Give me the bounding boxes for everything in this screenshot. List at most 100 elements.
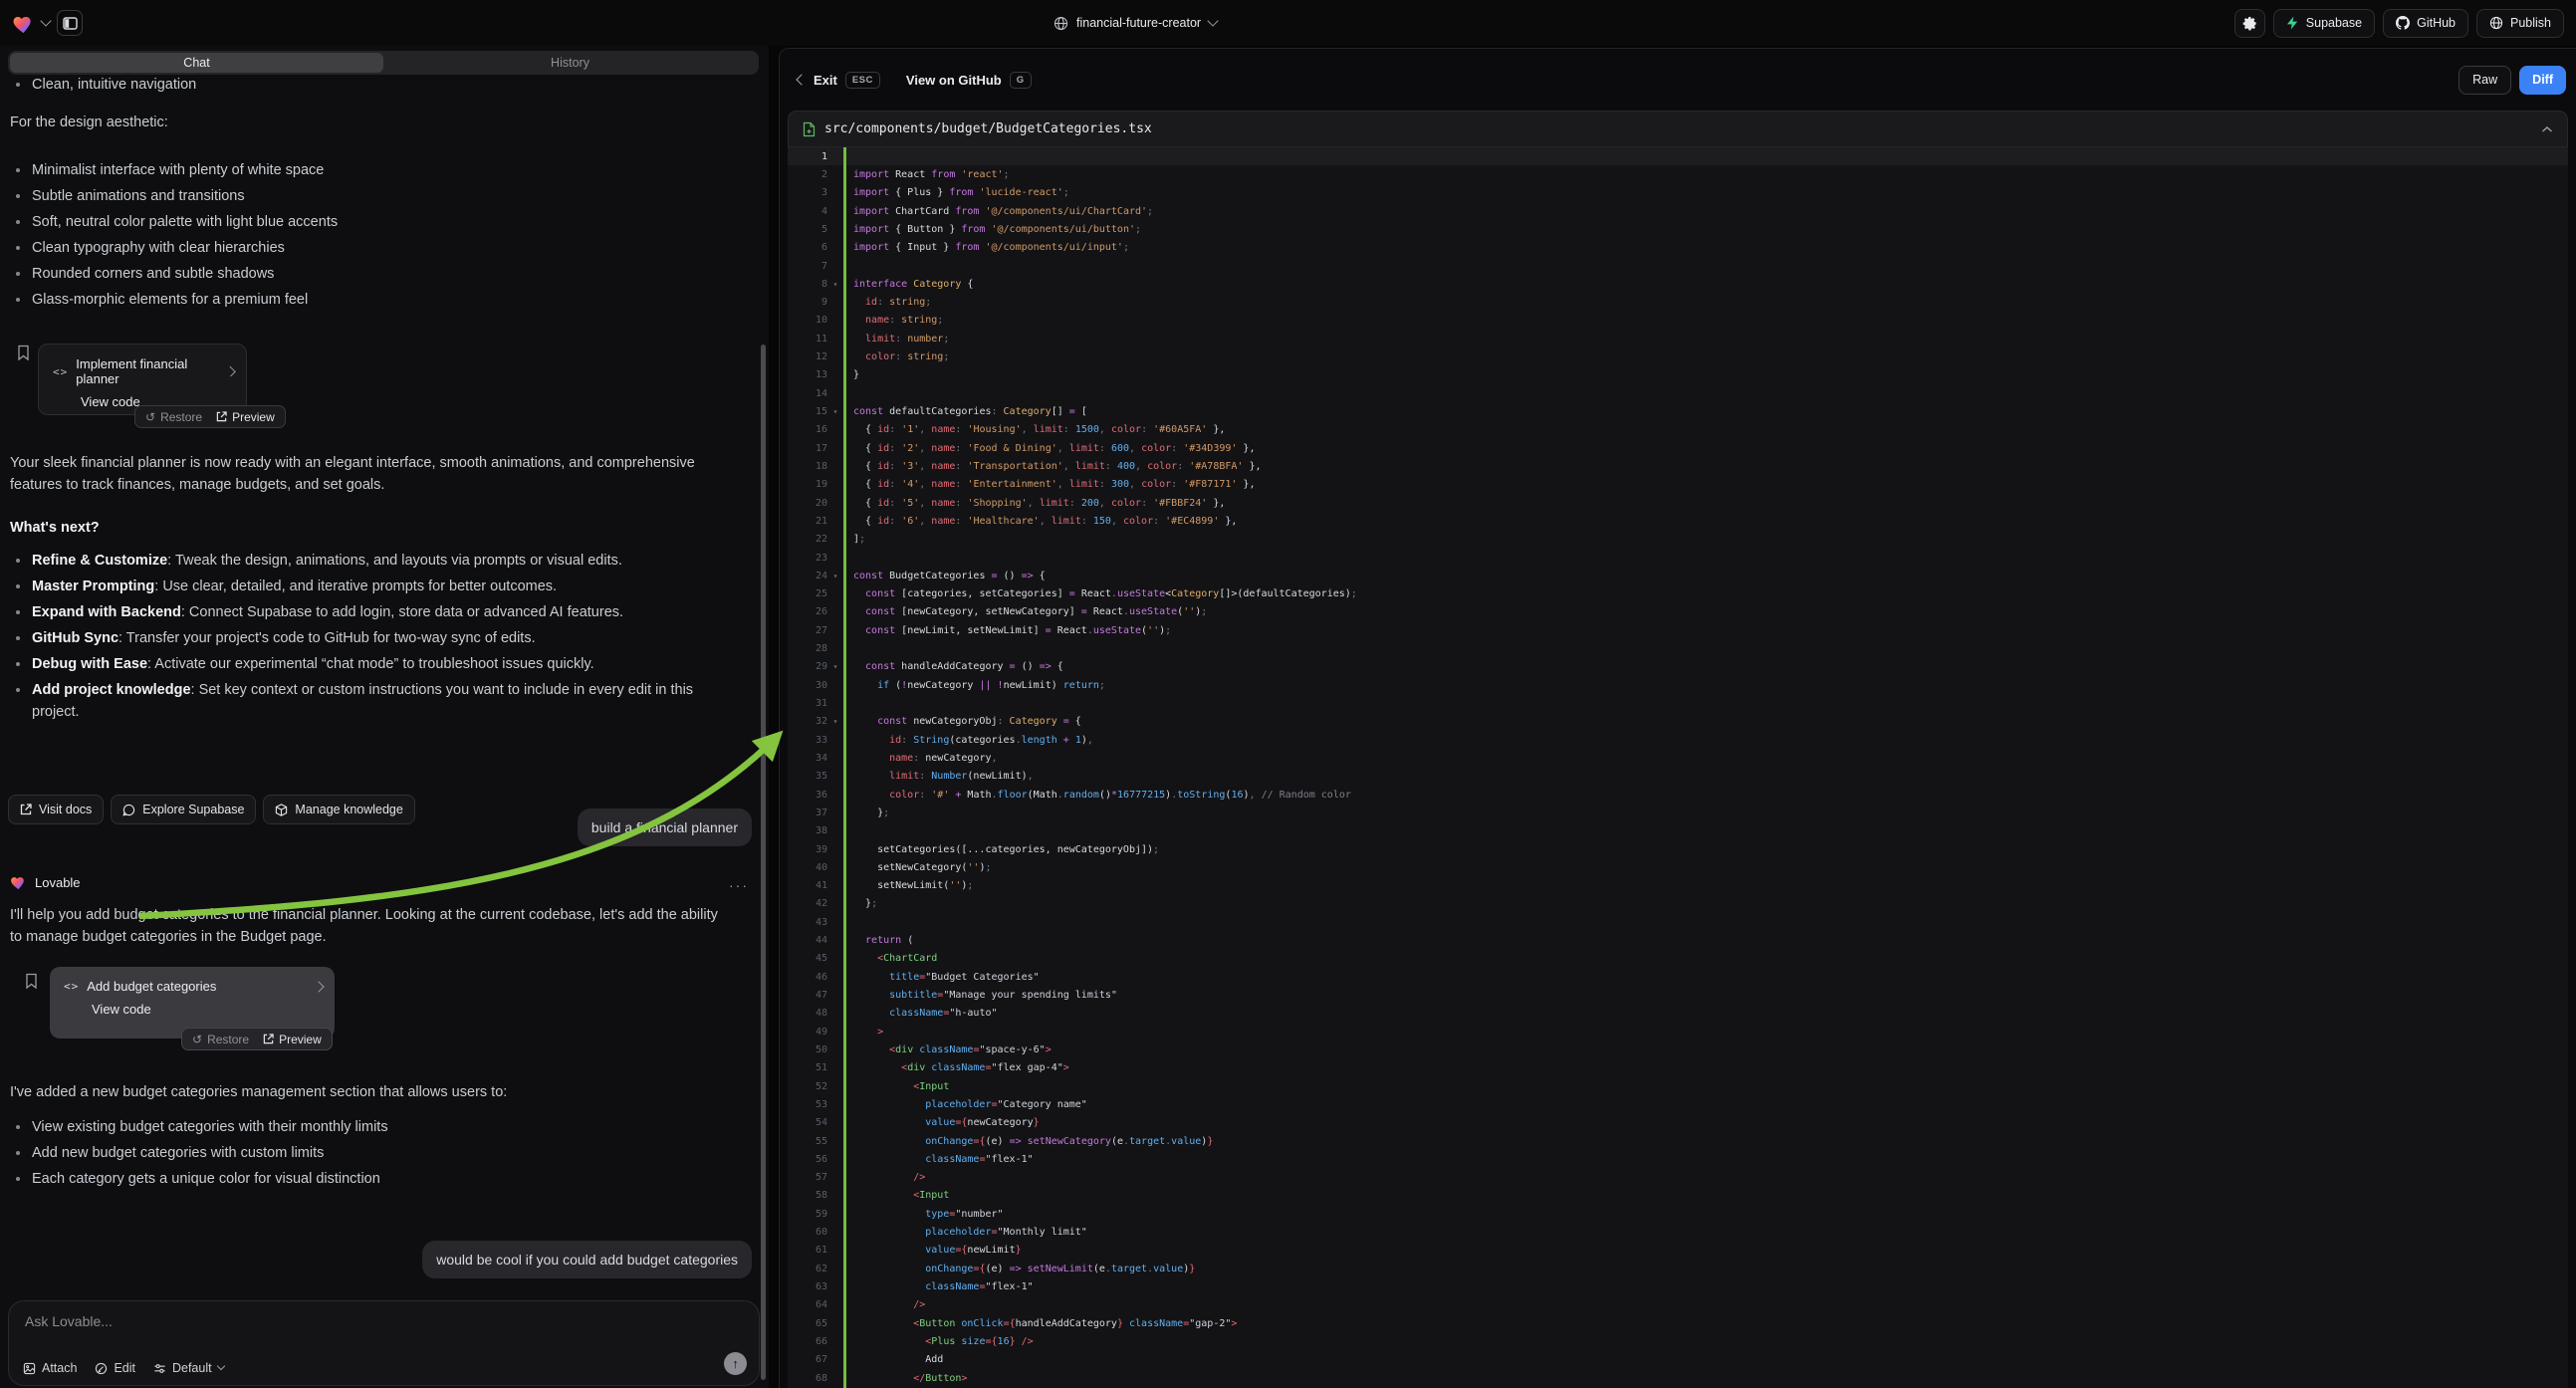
code-line: 19 { id: '4', name: 'Entertainment', lim… [788,476,2568,494]
file-tab-bar[interactable]: src/components/budget/BudgetCategories.t… [788,111,2568,147]
chevron-right-icon[interactable] [225,366,236,377]
version-card-title: Implement financial planner [76,356,211,386]
explore-supabase-button[interactable]: Explore Supabase [111,795,256,824]
added-features-bullet-list: View existing budget categories with the… [10,1116,719,1194]
message-more-button[interactable]: ··· [729,877,749,893]
line-number: 12 [788,351,827,362]
github-button[interactable]: GitHub [2383,9,2468,38]
assistant-header: Lovable [10,874,81,890]
line-number: 24 [788,571,827,581]
restore-icon: ↺ [192,1033,202,1046]
line-number: 28 [788,643,827,654]
sidebar-toggle-button[interactable] [57,10,83,36]
chat-scrollbar-thumb[interactable] [761,345,766,1380]
line-number: 22 [788,534,827,545]
line-number: 65 [788,1318,827,1329]
code-line: 36 color: '#' + Math.floor(Math.random()… [788,786,2568,804]
restore-button[interactable]: ↺Restore [145,410,202,424]
bullet-item: Add new budget categories with custom li… [10,1142,719,1164]
whats-next-bullet-list: Refine & Customize: Tweak the design, an… [10,550,719,727]
line-number: 48 [788,1008,827,1019]
line-number: 37 [788,808,827,818]
line-number: 68 [788,1373,827,1384]
code-line: 58 <Input [788,1187,2568,1205]
diff-toggle-button[interactable]: Diff [2519,66,2566,95]
line-number: 66 [788,1336,827,1347]
chat-bubble-icon [122,804,135,816]
restore-button[interactable]: ↺Restore [192,1033,249,1046]
manage-knowledge-button[interactable]: Manage knowledge [263,795,414,824]
tab-chat[interactable]: Chat [10,53,383,73]
fold-chevron-icon[interactable]: ▾ [827,572,843,580]
diff-added-gutter-bar [843,147,846,1388]
code-line: 64 /> [788,1296,2568,1314]
code-view: 12import React from 'react';3import { Pl… [788,147,2568,1388]
preview-button[interactable]: Preview [216,410,275,424]
preview-button[interactable]: Preview [263,1033,322,1046]
code-line: 44 return ( [788,931,2568,949]
publish-button[interactable]: Publish [2476,9,2564,38]
exit-button[interactable]: Exit ESC [798,72,880,89]
line-number: 13 [788,369,827,380]
fold-chevron-icon[interactable]: ▾ [827,407,843,416]
external-link-icon [216,411,227,422]
line-number: 59 [788,1209,827,1220]
line-number: 58 [788,1190,827,1201]
lovable-logo-icon[interactable] [12,13,35,34]
bookmark-icon[interactable] [25,973,38,990]
collapse-chevron-up-icon[interactable] [2541,125,2553,133]
code-icon: <> [53,365,68,378]
line-number: 1 [788,151,827,162]
code-line: 25 const [categories, setCategories] = R… [788,585,2568,603]
attach-button[interactable]: Attach [23,1361,77,1375]
settings-button[interactable] [2234,9,2265,38]
line-number: 55 [788,1136,827,1147]
code-line: 3import { Plus } from 'lucide-react'; [788,184,2568,202]
project-selector[interactable]: financial-future-creator [1054,0,1217,46]
chevron-right-icon[interactable] [313,981,324,992]
globe-icon [1054,16,1068,31]
bookmark-icon[interactable] [17,345,30,361]
fold-chevron-icon[interactable]: ▾ [827,717,843,726]
code-line: 66 <Plus size={16} /> [788,1332,2568,1350]
view-on-github-button[interactable]: View on GitHub G [906,72,1032,89]
bullet-item: Rounded corners and subtle shadows [10,263,719,285]
send-button[interactable]: ↑ [724,1352,747,1375]
line-number: 43 [788,917,827,928]
code-line: 15▾const defaultCategories: Category[] =… [788,402,2568,420]
chat-input[interactable] [25,1313,722,1347]
code-line: 56 className="flex-1" [788,1150,2568,1168]
code-line: 14 [788,384,2568,402]
code-line: 33 id: String(categories.length + 1), [788,731,2568,749]
code-line: 21 { id: '6', name: 'Healthcare', limit:… [788,512,2568,530]
code-icon: <> [64,980,79,993]
fold-chevron-icon[interactable]: ▾ [827,662,843,671]
code-line: 23 [788,549,2568,567]
raw-toggle-button[interactable]: Raw [2459,66,2511,95]
assistant-paragraph-2: I'll help you add budget categories to t… [10,904,719,948]
fold-chevron-icon[interactable]: ▾ [827,280,843,289]
edit-button[interactable]: Edit [95,1361,135,1375]
model-selector[interactable]: Default [153,1361,224,1375]
line-number: 52 [788,1081,827,1092]
line-number: 38 [788,825,827,836]
line-number: 6 [788,242,827,253]
line-number: 41 [788,880,827,891]
chat-panel: Chat History Clean, intuitive navigation… [0,46,769,1388]
line-number: 47 [788,990,827,1001]
visit-docs-button[interactable]: Visit docs [8,795,104,824]
bullet-item: Master Prompting: Use clear, detailed, a… [10,576,719,597]
code-line: 37 }; [788,804,2568,821]
package-icon [275,804,288,816]
code-line: 18 { id: '3', name: 'Transportation', li… [788,457,2568,475]
logo-menu-chevron-icon[interactable] [40,15,51,26]
project-name: financial-future-creator [1076,16,1201,30]
tab-history[interactable]: History [383,53,757,73]
line-number: 9 [788,297,827,308]
supabase-button[interactable]: Supabase [2273,9,2375,38]
code-line: 55 onChange={(e) => setNewCategory(e.tar… [788,1132,2568,1150]
line-number: 27 [788,625,827,636]
view-code-link[interactable]: View code [50,996,335,1029]
code-line: 59 type="number" [788,1205,2568,1223]
code-line: 40 setNewCategory(''); [788,858,2568,876]
